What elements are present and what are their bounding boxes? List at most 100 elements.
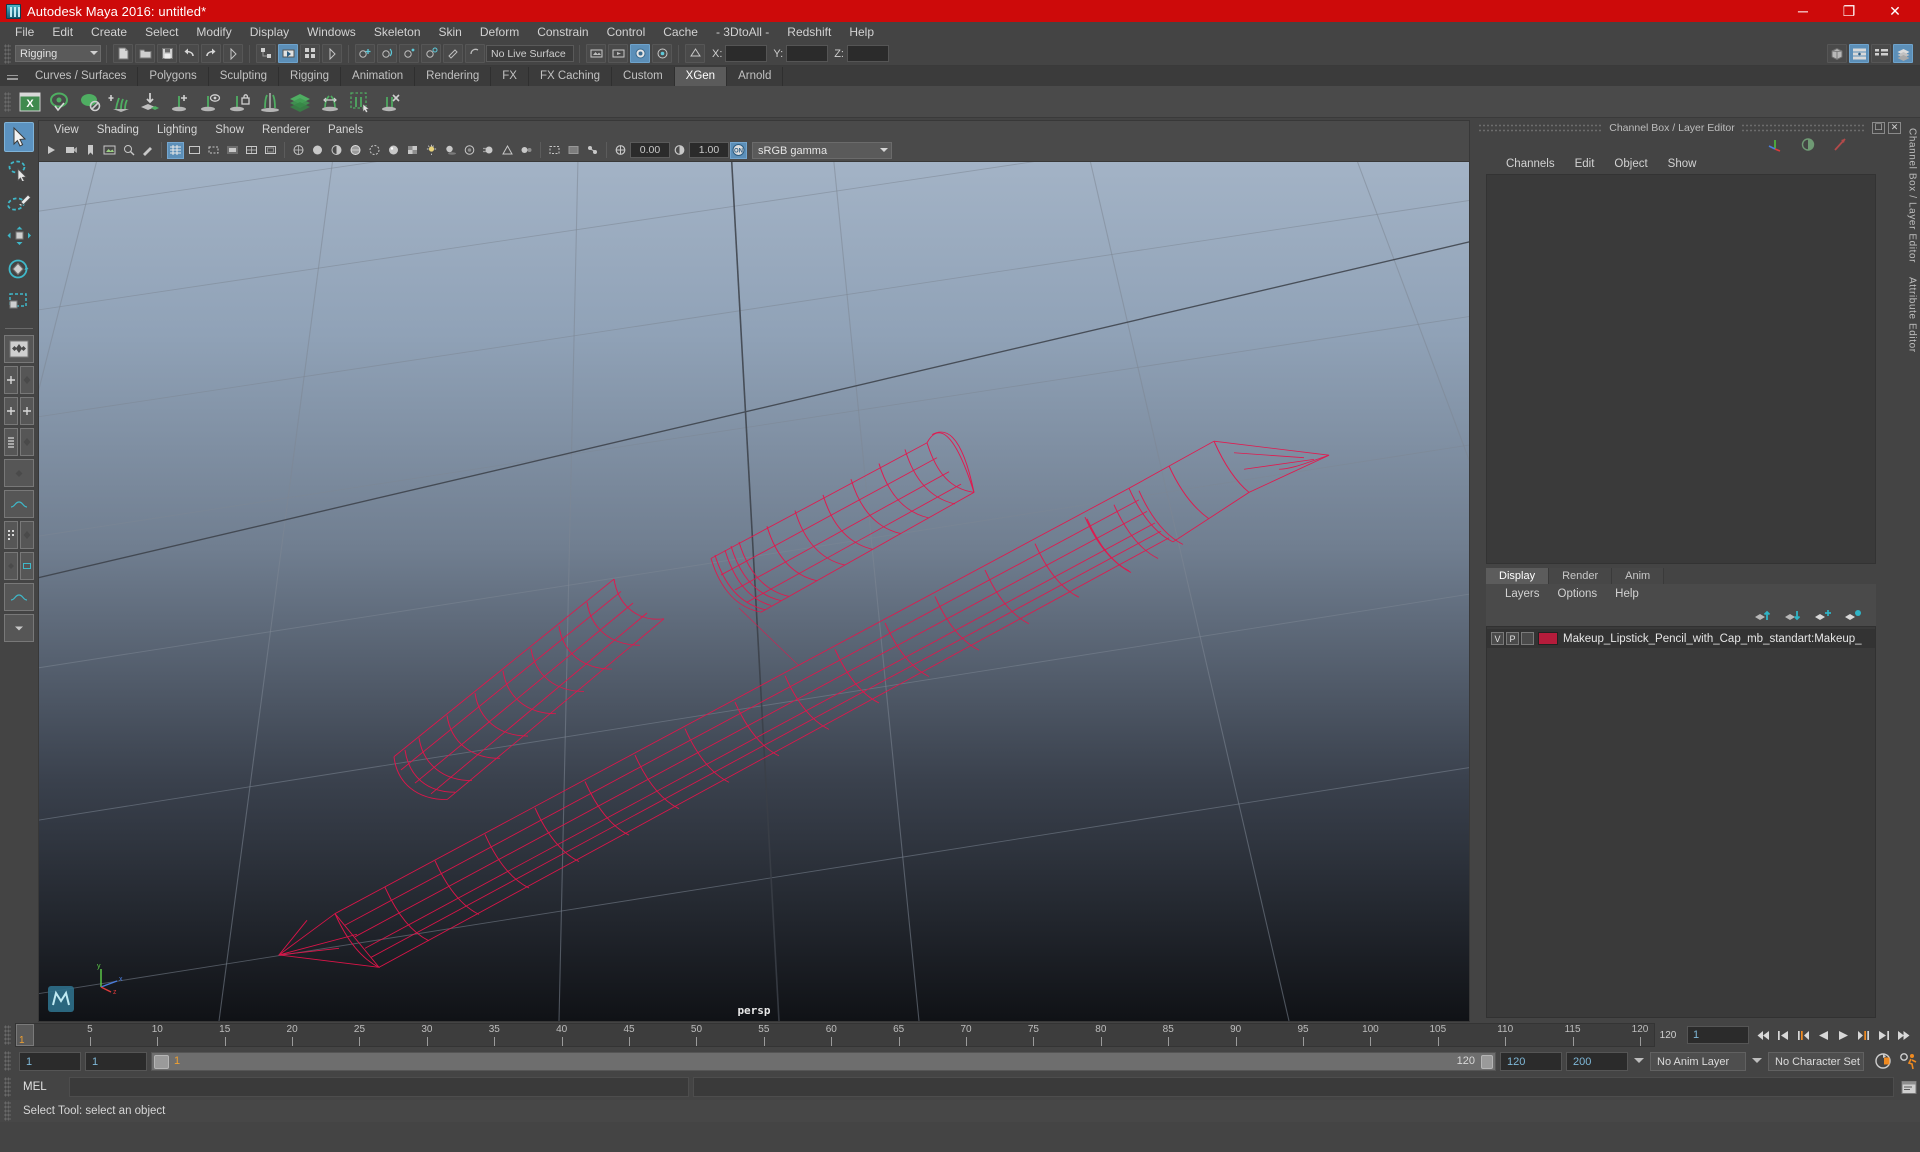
character-set-selector[interactable]: No Character Set — [1768, 1051, 1864, 1071]
shelf-tab-polygons[interactable]: Polygons — [138, 67, 209, 86]
channelbox-menu-channels[interactable]: Channels — [1496, 158, 1565, 170]
select-guides-region-icon[interactable] — [346, 88, 374, 116]
camera-attributes-icon[interactable] — [63, 141, 80, 159]
shelf-tab-rendering[interactable]: Rendering — [415, 67, 492, 86]
xgen-editor-icon[interactable]: X — [16, 88, 44, 116]
range-slider[interactable]: 1 120 — [151, 1051, 1496, 1071]
use-all-lights-icon[interactable] — [423, 141, 440, 159]
anim-start-field[interactable]: 1 — [19, 1051, 81, 1071]
wireframe-shading-icon[interactable] — [290, 141, 307, 159]
image-plane-icon[interactable] — [101, 141, 118, 159]
channelbox-menu-object[interactable]: Object — [1604, 158, 1657, 170]
open-scene-button[interactable] — [135, 44, 155, 63]
add-groom-icon[interactable] — [106, 88, 134, 116]
command-output[interactable] — [693, 1077, 1894, 1097]
hierarchy-select-button[interactable] — [256, 44, 276, 63]
move-layer-up-icon[interactable] — [1754, 609, 1772, 622]
persp-outliner-layout[interactable] — [4, 397, 18, 425]
smooth-shade-all-icon[interactable] — [309, 141, 326, 159]
helpline-grip[interactable] — [4, 1101, 11, 1121]
layer-visibility-toggle[interactable]: V — [1491, 632, 1504, 645]
redo-button[interactable] — [201, 44, 221, 63]
more-layouts-button[interactable] — [4, 614, 34, 642]
toggle-channel-box-icon[interactable] — [1893, 44, 1913, 63]
shelf-grip[interactable] — [4, 91, 11, 112]
bookmark-icon[interactable] — [82, 141, 99, 159]
safe-action-icon[interactable] — [262, 141, 279, 159]
menu-windows[interactable]: Windows — [298, 22, 365, 42]
statusline-grip[interactable] — [4, 43, 11, 64]
anim-layer-selector[interactable]: No Anim Layer — [1650, 1051, 1746, 1071]
commandline-grip[interactable] — [4, 1077, 11, 1097]
menu-edit[interactable]: Edit — [43, 22, 82, 42]
wireframe-on-shaded-icon[interactable] — [347, 141, 364, 159]
disable-preview-icon[interactable] — [76, 88, 104, 116]
range-handle-left[interactable] — [154, 1054, 169, 1069]
menu-display[interactable]: Display — [241, 22, 298, 42]
layer-tab-display[interactable]: Display — [1486, 568, 1550, 584]
single-pane-layout[interactable] — [4, 335, 34, 363]
play-backwards-icon[interactable] — [1815, 1027, 1832, 1044]
viewport-menu-renderer[interactable]: Renderer — [253, 121, 319, 140]
layer-tab-render[interactable]: Render — [1549, 568, 1613, 584]
persp-graph-layout[interactable] — [20, 397, 34, 425]
move-axis-icon[interactable] — [1767, 137, 1784, 152]
shelf-tab-arnold[interactable]: Arnold — [727, 67, 784, 86]
layer-menu-help[interactable]: Help — [1606, 588, 1648, 600]
menu-control[interactable]: Control — [598, 22, 655, 42]
shelf-tab-xgen[interactable]: XGen — [674, 67, 728, 86]
shelf-tab-rigging[interactable]: Rigging — [279, 67, 342, 86]
range-end-field[interactable]: 120 — [1500, 1051, 1562, 1071]
command-language-label[interactable]: MEL — [15, 1081, 69, 1093]
outliner-layout[interactable] — [4, 428, 18, 456]
vertical-tab-attribute-editor[interactable]: Attribute Editor — [1907, 277, 1918, 353]
timeslider-grip[interactable] — [4, 1025, 11, 1045]
display-layer-list[interactable]: V P Makeup_Lipstick_Pencil_with_Cap_mb_s… — [1486, 626, 1876, 1018]
grid-toggle-icon[interactable] — [167, 141, 184, 159]
shelf-tab-animation[interactable]: Animation — [341, 67, 416, 86]
screen-space-ao-icon[interactable] — [461, 141, 478, 159]
x-coord-field[interactable] — [725, 45, 768, 62]
menu-constrain[interactable]: Constrain — [528, 22, 597, 42]
layer-menu-layers[interactable]: Layers — [1496, 588, 1549, 600]
selection-mode-arrow-1[interactable] — [223, 44, 243, 63]
use-default-material-icon[interactable] — [366, 141, 383, 159]
range-start-field[interactable]: 1 — [85, 1051, 147, 1071]
script-editor-icon[interactable] — [1898, 1077, 1920, 1097]
viewport-menu-shading[interactable]: Shading — [88, 121, 148, 140]
channelbox-menu-show[interactable]: Show — [1658, 158, 1707, 170]
toggle-attribute-editor-icon[interactable] — [1849, 44, 1869, 63]
xray-icon[interactable] — [565, 141, 582, 159]
new-layer-icon[interactable] — [1814, 609, 1832, 622]
channelbox-menu-edit[interactable]: Edit — [1565, 158, 1605, 170]
rotate-tool[interactable] — [4, 254, 34, 284]
menu-deform[interactable]: Deform — [471, 22, 528, 42]
layer-row[interactable]: V P Makeup_Lipstick_Pencil_with_Cap_mb_s… — [1487, 629, 1875, 648]
half-circle-icon[interactable] — [1800, 137, 1816, 152]
restore-panel-icon[interactable]: ☐ — [1872, 121, 1885, 134]
close-panel-icon[interactable]: ✕ — [1888, 121, 1901, 134]
z-coord-field[interactable] — [846, 45, 889, 62]
step-back-frame-icon[interactable] — [1795, 1027, 1812, 1044]
menu-help[interactable]: Help — [840, 22, 883, 42]
exposure-field[interactable]: 0.00 — [630, 142, 670, 158]
minimize-button[interactable]: ─ — [1780, 0, 1826, 22]
animation-preferences-icon[interactable] — [1898, 1052, 1920, 1070]
render-view-layout[interactable] — [20, 552, 34, 580]
menu-modify[interactable]: Modify — [187, 22, 240, 42]
gamma-icon[interactable] — [671, 141, 688, 159]
texture-shading-icon[interactable] — [404, 141, 421, 159]
persp-render-layout[interactable] — [4, 552, 18, 580]
viewport-menu-panels[interactable]: Panels — [319, 121, 372, 140]
move-tool[interactable] — [4, 221, 34, 251]
select-tool[interactable] — [4, 122, 34, 152]
motion-blur-icon[interactable] — [480, 141, 497, 159]
shelf-tab-curves-surfaces[interactable]: Curves / Surfaces — [24, 67, 139, 86]
layer-playback-toggle[interactable]: P — [1506, 632, 1519, 645]
layer-shading-toggle[interactable] — [1521, 632, 1534, 645]
make-live-button[interactable] — [465, 44, 485, 63]
shelf-menu-icon[interactable] — [4, 68, 20, 86]
shaded-material-icon[interactable] — [385, 141, 402, 159]
viewport-menu-show[interactable]: Show — [206, 121, 253, 140]
character-set-chevron-icon[interactable] — [1752, 1057, 1762, 1068]
